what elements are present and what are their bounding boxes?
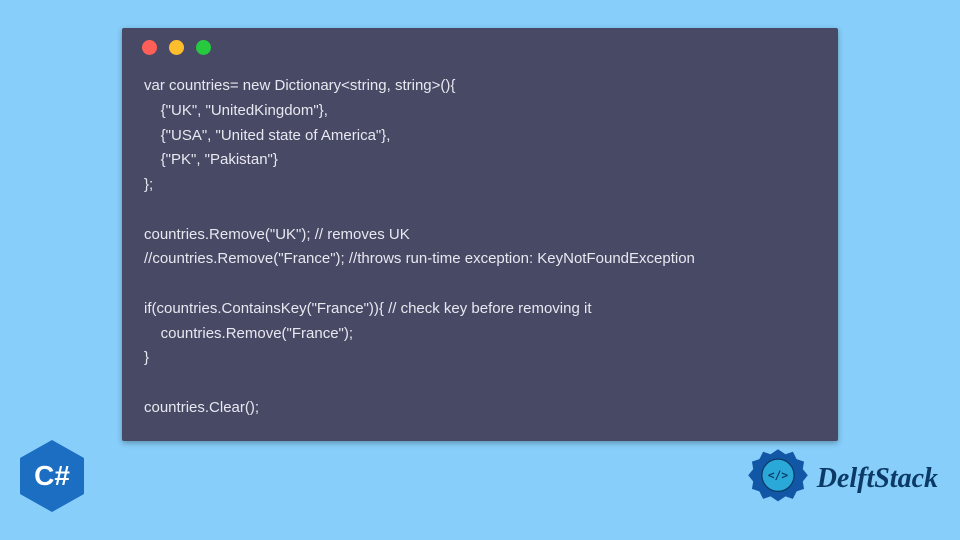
window-titlebar [122, 28, 838, 66]
close-icon[interactable] [142, 40, 157, 55]
csharp-badge-label: C# [34, 460, 70, 492]
code-block: var countries= new Dictionary<string, st… [122, 66, 838, 441]
brand-gear-icon: </> [747, 448, 809, 510]
brand-name: DelftStack [817, 463, 938, 495]
svg-text:</>: </> [768, 469, 788, 482]
code-window: var countries= new Dictionary<string, st… [122, 28, 838, 441]
brand-logo: </> DelftStack [747, 448, 938, 510]
maximize-icon[interactable] [196, 40, 211, 55]
csharp-badge: C# [20, 440, 84, 512]
csharp-hexagon-icon: C# [20, 440, 84, 512]
minimize-icon[interactable] [169, 40, 184, 55]
